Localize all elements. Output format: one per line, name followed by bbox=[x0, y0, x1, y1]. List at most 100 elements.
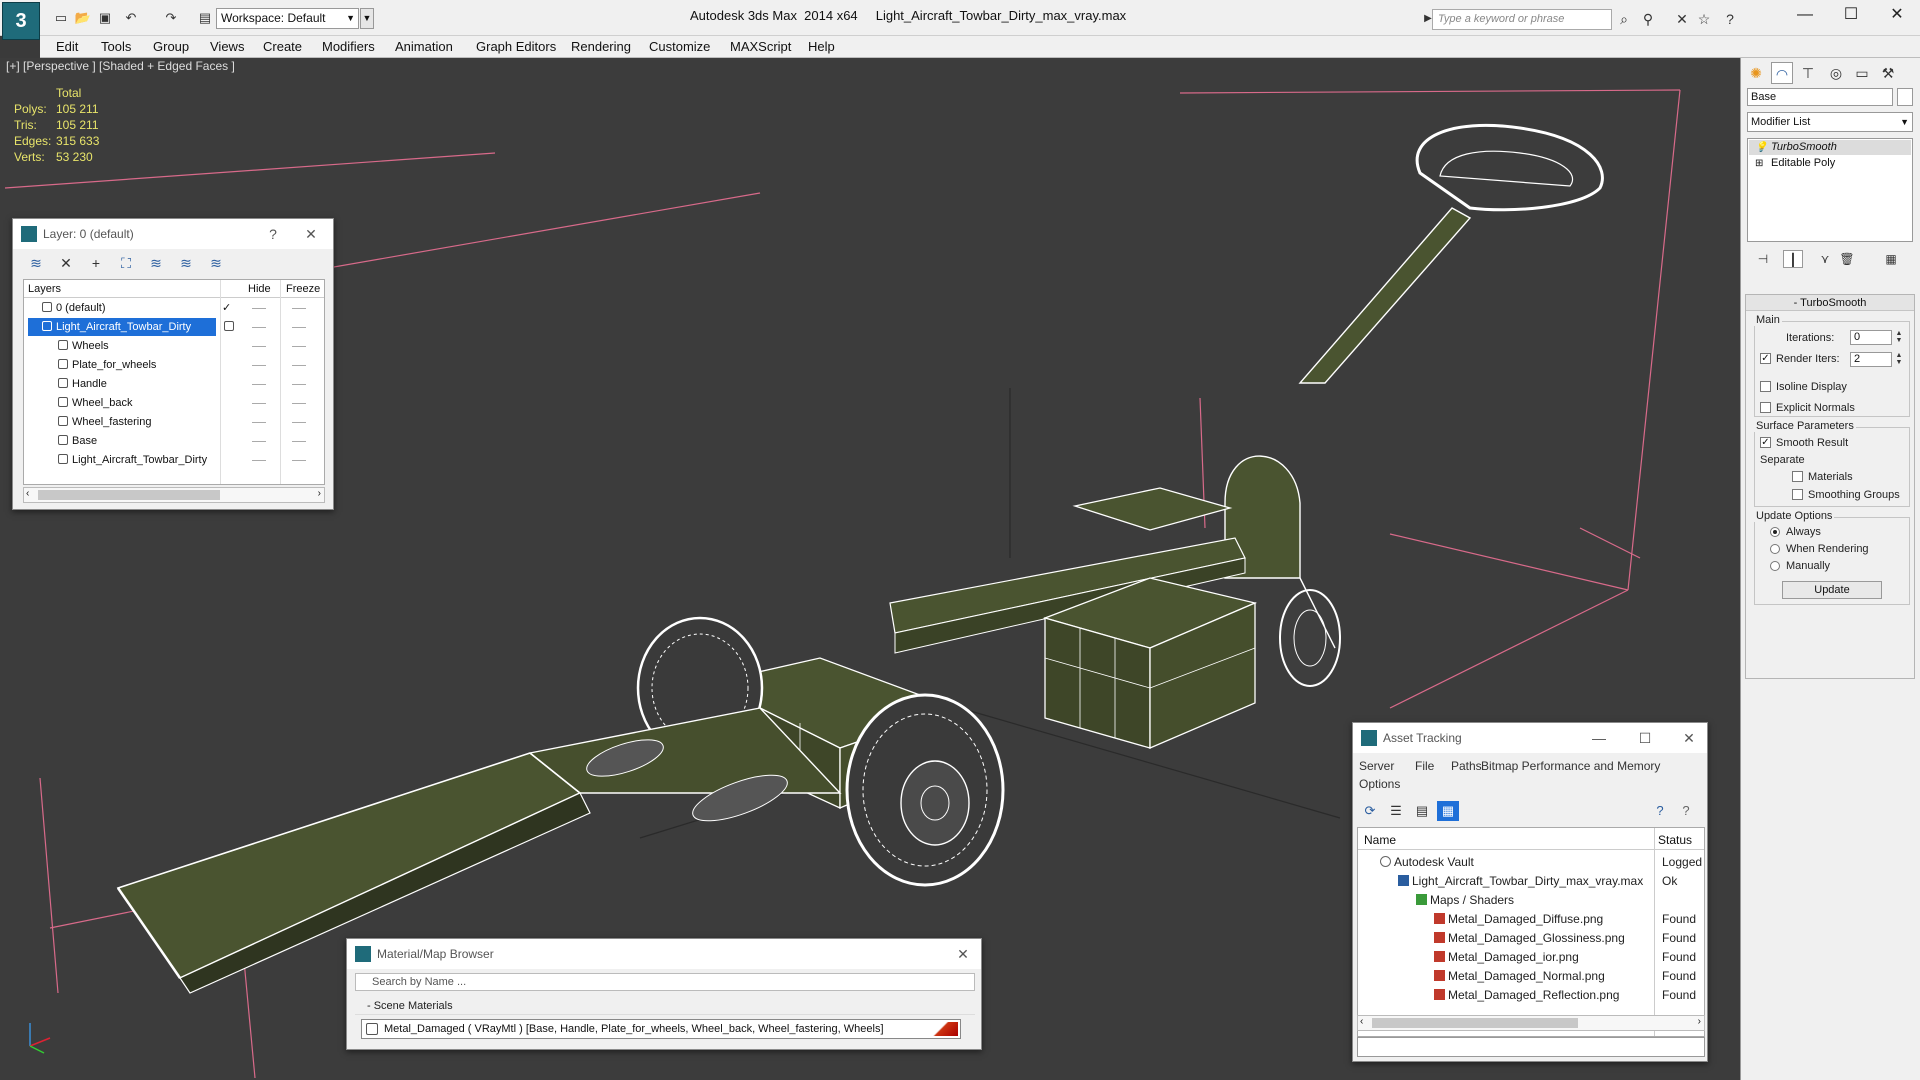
scrollbar-thumb[interactable] bbox=[38, 490, 220, 500]
maximize-icon[interactable]: ☐ bbox=[1635, 728, 1655, 748]
render-iters-spinner[interactable]: 2 bbox=[1850, 352, 1892, 367]
hide-all-layers-icon[interactable]: ≋ bbox=[205, 252, 227, 274]
expand-plus-icon[interactable]: ⊞ bbox=[1755, 156, 1763, 171]
explicit-normals-checkbox[interactable] bbox=[1760, 402, 1771, 413]
asset-row-maps[interactable]: Maps / Shaders bbox=[1358, 890, 1704, 909]
asset-path-field[interactable] bbox=[1357, 1037, 1705, 1057]
menu-server[interactable]: Server bbox=[1359, 759, 1394, 773]
utilities-tab-icon[interactable]: ⚒ bbox=[1877, 62, 1899, 84]
freeze-toggle[interactable] bbox=[292, 422, 306, 423]
list-view-icon[interactable]: ☰ bbox=[1385, 801, 1407, 821]
delete-layer-icon[interactable]: ✕ bbox=[55, 252, 77, 274]
freeze-toggle[interactable] bbox=[292, 384, 306, 385]
menu-animation[interactable]: Animation bbox=[395, 39, 453, 54]
menu-group[interactable]: Group bbox=[153, 39, 189, 54]
set-current-checkbox[interactable] bbox=[224, 321, 234, 331]
freeze-toggle[interactable] bbox=[292, 346, 306, 347]
menu-modifiers[interactable]: Modifiers bbox=[322, 39, 375, 54]
pin-stack-icon[interactable]: ⊣ bbox=[1753, 250, 1773, 268]
create-tab-icon[interactable]: ✺ bbox=[1745, 62, 1767, 84]
workspace-dropdown[interactable]: Workspace: Default ▼ bbox=[216, 8, 359, 29]
close-icon[interactable]: ✕ bbox=[1679, 728, 1699, 748]
menu-customize[interactable]: Customize bbox=[649, 39, 710, 54]
layer-panel-titlebar[interactable]: Layer: 0 (default) ? ✕ bbox=[13, 219, 333, 249]
scroll-left-icon[interactable]: ‹ bbox=[26, 488, 29, 499]
column-layers[interactable]: Layers bbox=[28, 283, 61, 295]
workspace-menu-button[interactable]: ▼ bbox=[360, 8, 374, 29]
asset-row-bitmap[interactable]: Metal_Damaged_Normal.png Found bbox=[1358, 966, 1704, 985]
menu-options[interactable]: Options bbox=[1359, 777, 1400, 791]
hide-toggle[interactable] bbox=[252, 403, 266, 404]
search-input[interactable]: Type a keyword or phrase bbox=[1432, 9, 1612, 30]
modify-tab-icon[interactable]: ◠ bbox=[1771, 62, 1793, 84]
asset-row-bitmap[interactable]: Metal_Damaged_Reflection.png Found bbox=[1358, 985, 1704, 1004]
layer-row-object[interactable]: Handle bbox=[24, 375, 324, 394]
maximize-icon[interactable]: ☐ bbox=[1828, 0, 1874, 30]
turbosmooth-rollout-header[interactable]: - TurboSmooth bbox=[1746, 295, 1914, 311]
scroll-left-icon[interactable]: ‹ bbox=[1360, 1016, 1363, 1027]
material-browser-titlebar[interactable]: Material/Map Browser ✕ bbox=[347, 939, 981, 969]
freeze-toggle[interactable] bbox=[292, 441, 306, 442]
table-view-icon[interactable]: ▤ bbox=[1411, 801, 1433, 821]
hide-toggle[interactable] bbox=[252, 308, 266, 309]
close-icon[interactable]: ✕ bbox=[953, 944, 973, 964]
binoculars-icon[interactable]: ⌕ bbox=[1614, 9, 1634, 29]
render-iters-checkbox[interactable]: ✓ bbox=[1760, 353, 1771, 364]
layer-row-towbar[interactable]: Light_Aircraft_Towbar_Dirty bbox=[24, 318, 324, 337]
minimize-icon[interactable]: — bbox=[1589, 728, 1609, 748]
iterations-spinner[interactable]: 0 bbox=[1850, 330, 1892, 345]
layer-row-object[interactable]: Wheel_fastering bbox=[24, 413, 324, 432]
layer-row-object[interactable]: Wheel_back bbox=[24, 394, 324, 413]
layer-row-object[interactable]: Plate_for_wheels bbox=[24, 356, 324, 375]
help-icon[interactable]: ? bbox=[1720, 9, 1740, 29]
modifier-list-dropdown[interactable]: Modifier List ▼ bbox=[1747, 112, 1913, 132]
layer-list-scrollbar[interactable]: ‹ › bbox=[23, 487, 325, 503]
help-button[interactable]: ? bbox=[263, 224, 283, 244]
menu-views[interactable]: Views bbox=[210, 39, 244, 54]
asset-row-bitmap[interactable]: Metal_Damaged_Glossiness.png Found bbox=[1358, 928, 1704, 947]
material-search-input[interactable]: Search by Name ... bbox=[355, 973, 975, 991]
show-end-result-icon[interactable]: ┃ bbox=[1783, 250, 1803, 268]
undo-icon[interactable]: ↶ bbox=[122, 9, 140, 27]
layer-row-object[interactable]: Light_Aircraft_Towbar_Dirty bbox=[24, 451, 324, 470]
hide-toggle[interactable] bbox=[252, 422, 266, 423]
menu-tools[interactable]: Tools bbox=[101, 39, 131, 54]
layer-row-object[interactable]: Base bbox=[24, 432, 324, 451]
smooth-result-checkbox[interactable]: ✓ bbox=[1760, 437, 1771, 448]
stack-item-editable-poly[interactable]: ⊞ Editable Poly bbox=[1749, 156, 1911, 171]
about-icon[interactable]: ? bbox=[1675, 801, 1697, 821]
remove-modifier-icon[interactable]: 🗑 bbox=[1837, 250, 1857, 268]
hide-toggle[interactable] bbox=[252, 346, 266, 347]
subscription-icon[interactable]: ⚲ bbox=[1638, 9, 1658, 29]
select-layer-icon[interactable]: ≋ bbox=[145, 252, 167, 274]
menu-file[interactable]: File bbox=[1415, 759, 1434, 773]
project-folder-icon[interactable]: ▤ bbox=[196, 9, 214, 27]
freeze-toggle[interactable] bbox=[292, 327, 306, 328]
column-hide[interactable]: Hide bbox=[248, 283, 271, 295]
minimize-icon[interactable]: — bbox=[1782, 0, 1828, 30]
communication-icon[interactable]: ✕ bbox=[1672, 9, 1692, 29]
object-color-swatch[interactable] bbox=[1897, 88, 1913, 106]
set-current-layer-icon[interactable]: ≋ bbox=[175, 252, 197, 274]
scene-materials-group[interactable]: - Scene Materials bbox=[355, 997, 975, 1015]
iterations-spinner-arrows-icon[interactable]: ▲ ▼ bbox=[1894, 330, 1904, 345]
freeze-toggle[interactable] bbox=[292, 365, 306, 366]
column-name[interactable]: Name bbox=[1364, 833, 1396, 847]
layer-row-object[interactable]: Wheels bbox=[24, 337, 324, 356]
update-button[interactable]: Update bbox=[1782, 581, 1882, 599]
menu-help[interactable]: Help bbox=[808, 39, 835, 54]
menu-paths[interactable]: Paths bbox=[1451, 759, 1482, 773]
column-freeze[interactable]: Freeze bbox=[286, 283, 320, 295]
material-item[interactable]: Metal_Damaged ( VRayMtl ) [Base, Handle,… bbox=[361, 1019, 961, 1039]
redo-icon[interactable]: ↷ bbox=[162, 9, 180, 27]
menu-edit[interactable]: Edit bbox=[56, 39, 78, 54]
lightbulb-icon[interactable]: 💡 bbox=[1755, 140, 1767, 155]
display-tab-icon[interactable]: ▭ bbox=[1851, 62, 1873, 84]
separate-materials-checkbox[interactable] bbox=[1792, 471, 1803, 482]
app-logo-icon[interactable]: 3 bbox=[2, 2, 40, 40]
isoline-display-checkbox[interactable] bbox=[1760, 381, 1771, 392]
motion-tab-icon[interactable]: ◎ bbox=[1825, 62, 1847, 84]
update-when-rendering-radio[interactable] bbox=[1770, 544, 1780, 554]
hide-toggle[interactable] bbox=[252, 327, 266, 328]
select-objects-icon[interactable]: ⛶ bbox=[115, 252, 137, 274]
